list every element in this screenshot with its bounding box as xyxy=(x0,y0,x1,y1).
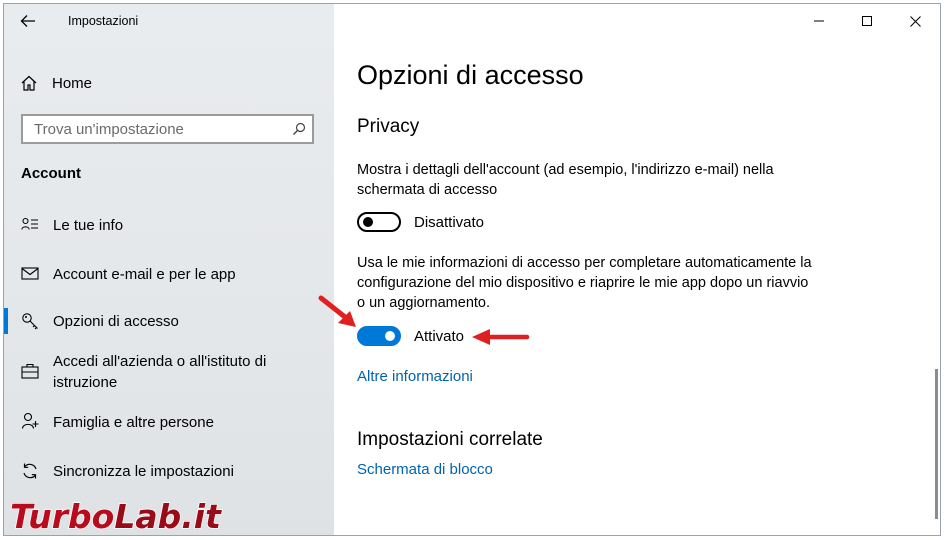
setting2-state-label: Attivato xyxy=(414,327,465,345)
toggle-knob xyxy=(385,331,395,341)
sidebar: Impostazioni Home Account xyxy=(4,4,334,535)
titlebar-left: Impostazioni xyxy=(4,4,334,38)
page-title: Opzioni di accesso xyxy=(357,60,584,90)
setting1-description: Mostra i dettagli dell'account (ad esemp… xyxy=(357,162,774,198)
key-icon xyxy=(20,312,40,330)
maximize-icon xyxy=(862,16,872,26)
setting2-toggle-row: Attivato xyxy=(357,325,464,347)
watermark-part2: Lab.it xyxy=(114,497,222,536)
setting2-description: Usa le mie informazioni di accesso per c… xyxy=(357,255,812,311)
sidebar-item-sync[interactable]: Sincronizza le impostazioni xyxy=(4,458,334,484)
search-icon[interactable] xyxy=(286,122,312,136)
sidebar-item-sign-in-options[interactable]: Opzioni di accesso xyxy=(4,308,334,334)
lock-screen-link[interactable]: Schermata di blocco xyxy=(357,461,493,478)
app-title: Impostazioni xyxy=(68,14,139,28)
settings-window: Impostazioni Home Account xyxy=(3,3,941,536)
sidebar-item-label: Le tue info xyxy=(53,217,124,234)
section-title: Account xyxy=(21,165,81,182)
close-button[interactable] xyxy=(892,10,938,32)
briefcase-icon xyxy=(20,363,40,379)
back-button[interactable] xyxy=(16,10,40,32)
maximize-button[interactable] xyxy=(844,10,890,32)
person-add-icon xyxy=(20,412,40,430)
toggle-knob xyxy=(363,217,373,227)
sidebar-item-email-accounts[interactable]: Account e-mail e per le app xyxy=(4,261,334,287)
sidebar-item-label: Sincronizza le impostazioni xyxy=(53,463,234,480)
setting2-toggle-switch[interactable] xyxy=(357,326,401,346)
more-info-link[interactable]: Altre informazioni xyxy=(357,368,473,385)
annotation-arrow-icon xyxy=(472,329,530,345)
sidebar-item-label: Accedi all'azienda o all'istituto di ist… xyxy=(53,353,267,391)
sidebar-item-family[interactable]: Famiglia e altre persone xyxy=(4,409,334,435)
setting1-toggle-row: Disattivato xyxy=(357,211,484,233)
minimize-icon xyxy=(814,20,824,22)
home-icon xyxy=(21,75,37,91)
setting1-toggle-switch[interactable] xyxy=(357,212,401,232)
minimize-button[interactable] xyxy=(796,10,842,32)
sidebar-item-work-school[interactable]: Accedi all'azienda o all'istituto di ist… xyxy=(4,350,334,394)
sync-icon xyxy=(20,462,40,480)
close-icon xyxy=(909,15,921,27)
svg-text:TurboLab.it: TurboLab.it xyxy=(10,497,222,536)
annotation-arrow-icon xyxy=(318,295,356,327)
home-nav-item[interactable]: Home xyxy=(20,70,92,96)
turbolab-watermark-logo: TurboLab.it xyxy=(9,496,223,536)
sidebar-item-label: Opzioni di accesso xyxy=(53,313,179,330)
content-pane: Opzioni di accesso Privacy Mostra i dett… xyxy=(334,4,940,535)
search-input[interactable] xyxy=(23,116,286,142)
watermark-part1: Turbo xyxy=(10,497,114,536)
setting1-state-label: Disattivato xyxy=(414,213,485,231)
sidebar-item-label: Famiglia e altre persone xyxy=(53,414,214,431)
search-box[interactable] xyxy=(21,114,314,144)
home-label: Home xyxy=(52,74,93,92)
person-info-icon xyxy=(20,217,40,231)
back-arrow-icon xyxy=(20,15,35,27)
selection-indicator xyxy=(4,308,8,334)
sidebar-item-label: Account e-mail e per le app xyxy=(53,266,236,283)
sidebar-item-your-info[interactable]: Le tue info xyxy=(4,212,334,238)
scrollbar[interactable] xyxy=(935,369,938,519)
mail-icon xyxy=(20,267,40,280)
privacy-heading: Privacy xyxy=(357,116,420,137)
related-settings-heading: Impostazioni correlate xyxy=(357,429,543,450)
